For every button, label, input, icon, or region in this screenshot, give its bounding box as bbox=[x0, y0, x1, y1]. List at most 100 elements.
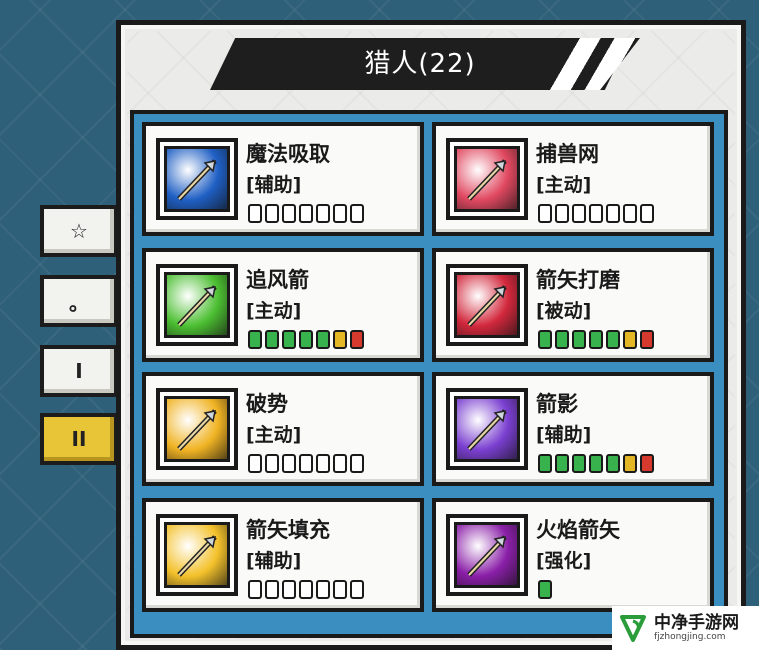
skill-name: 破势 bbox=[246, 392, 288, 416]
tab-star[interactable]: ☆ bbox=[40, 205, 118, 257]
level-pip bbox=[640, 204, 654, 223]
level-pip bbox=[606, 204, 620, 223]
level-pip bbox=[572, 204, 586, 223]
level-pip bbox=[282, 204, 296, 223]
skill-card[interactable]: 追风箭 [主动] bbox=[142, 248, 424, 362]
level-pip bbox=[572, 330, 586, 349]
level-pip bbox=[623, 204, 637, 223]
skill-type-tag: [主动] bbox=[246, 300, 302, 322]
skill-level-pips bbox=[538, 204, 654, 223]
tab-star-label: ☆ bbox=[70, 219, 88, 243]
level-pip bbox=[333, 204, 347, 223]
skill-card[interactable]: 箭影 [辅助] bbox=[432, 372, 714, 486]
skill-name: 火焰箭矢 bbox=[536, 518, 620, 542]
tab-dot[interactable]: 。 bbox=[40, 275, 118, 327]
skill-name: 追风箭 bbox=[246, 268, 309, 292]
level-pip bbox=[555, 204, 569, 223]
level-pip bbox=[589, 454, 603, 473]
level-pip bbox=[538, 204, 552, 223]
level-pip bbox=[333, 330, 347, 349]
fire-arrow-icon bbox=[454, 522, 520, 588]
level-pip bbox=[265, 204, 279, 223]
skill-name: 魔法吸取 bbox=[246, 142, 330, 166]
level-pip bbox=[316, 580, 330, 599]
skill-type-tag: [辅助] bbox=[246, 174, 302, 196]
level-pip bbox=[606, 330, 620, 349]
skill-icon-frame bbox=[446, 514, 528, 596]
level-pip bbox=[350, 580, 364, 599]
skill-icon-frame bbox=[156, 514, 238, 596]
level-pip bbox=[316, 204, 330, 223]
level-pip bbox=[623, 330, 637, 349]
level-pip bbox=[316, 330, 330, 349]
skill-level-pips bbox=[538, 330, 654, 349]
level-pip bbox=[606, 454, 620, 473]
skill-level-pips bbox=[248, 580, 364, 599]
skill-card[interactable]: 捕兽网 [主动] bbox=[432, 122, 714, 236]
skill-level-pips bbox=[248, 454, 364, 473]
level-pip bbox=[555, 330, 569, 349]
level-pip bbox=[282, 330, 296, 349]
level-pip bbox=[333, 580, 347, 599]
level-pip bbox=[299, 204, 313, 223]
page-title: 猎人(22) bbox=[364, 49, 476, 79]
level-pip bbox=[572, 454, 586, 473]
tab-dot-label: 。 bbox=[69, 290, 89, 315]
level-pip bbox=[538, 330, 552, 349]
skill-card[interactable]: 箭矢填充 [辅助] bbox=[142, 498, 424, 612]
magic-orb-icon bbox=[164, 146, 230, 212]
skill-icon-frame bbox=[446, 138, 528, 220]
tab-tier-1[interactable]: I bbox=[40, 345, 118, 397]
skill-level-pips bbox=[538, 454, 654, 473]
skill-type-tag: [主动] bbox=[536, 174, 592, 196]
skill-icon-frame bbox=[156, 264, 238, 346]
skill-name: 捕兽网 bbox=[536, 142, 599, 166]
skill-icon-frame bbox=[156, 388, 238, 470]
level-pip bbox=[265, 580, 279, 599]
skill-type-tag: [主动] bbox=[246, 424, 302, 446]
skill-card[interactable]: 火焰箭矢 [强化] bbox=[432, 498, 714, 612]
level-pip bbox=[248, 454, 262, 473]
skill-name: 箭矢打磨 bbox=[536, 268, 620, 292]
level-pip bbox=[299, 580, 313, 599]
level-pip bbox=[538, 580, 552, 599]
tab-tier-2-label: II bbox=[71, 427, 87, 451]
level-pip bbox=[248, 330, 262, 349]
skill-level-pips bbox=[538, 580, 552, 599]
skill-type-tag: [辅助] bbox=[536, 424, 592, 446]
level-pip bbox=[299, 330, 313, 349]
level-pip bbox=[538, 454, 552, 473]
level-pip bbox=[350, 454, 364, 473]
level-pip bbox=[282, 454, 296, 473]
tab-tier-1-label: I bbox=[75, 359, 83, 383]
level-pip bbox=[316, 454, 330, 473]
level-pip bbox=[350, 204, 364, 223]
skill-level-pips bbox=[248, 204, 364, 223]
shadow-arrow-icon bbox=[454, 396, 520, 462]
skill-icon-frame bbox=[446, 264, 528, 346]
level-pip bbox=[299, 454, 313, 473]
level-pip bbox=[640, 454, 654, 473]
skill-name: 箭影 bbox=[536, 392, 578, 416]
skill-card[interactable]: 箭矢打磨 [被动] bbox=[432, 248, 714, 362]
skill-card[interactable]: 破势 [主动] bbox=[142, 372, 424, 486]
skill-name: 箭矢填充 bbox=[246, 518, 330, 542]
level-pip bbox=[265, 454, 279, 473]
skill-type-tag: [被动] bbox=[536, 300, 592, 322]
skill-type-tag: [辅助] bbox=[246, 550, 302, 572]
level-pip bbox=[333, 454, 347, 473]
skill-card[interactable]: 魔法吸取 [辅助] bbox=[142, 122, 424, 236]
net-icon bbox=[454, 146, 520, 212]
level-pip bbox=[623, 454, 637, 473]
bow-icon bbox=[164, 396, 230, 462]
tab-tier-2[interactable]: II bbox=[40, 413, 118, 465]
level-pip bbox=[282, 580, 296, 599]
level-pip bbox=[350, 330, 364, 349]
logo-url: fjzhongjing.com bbox=[654, 632, 726, 642]
level-pip bbox=[589, 330, 603, 349]
skill-type-tag: [强化] bbox=[536, 550, 592, 572]
level-pip bbox=[248, 580, 262, 599]
skill-level-pips bbox=[248, 330, 364, 349]
level-pip bbox=[555, 454, 569, 473]
level-pip bbox=[265, 330, 279, 349]
